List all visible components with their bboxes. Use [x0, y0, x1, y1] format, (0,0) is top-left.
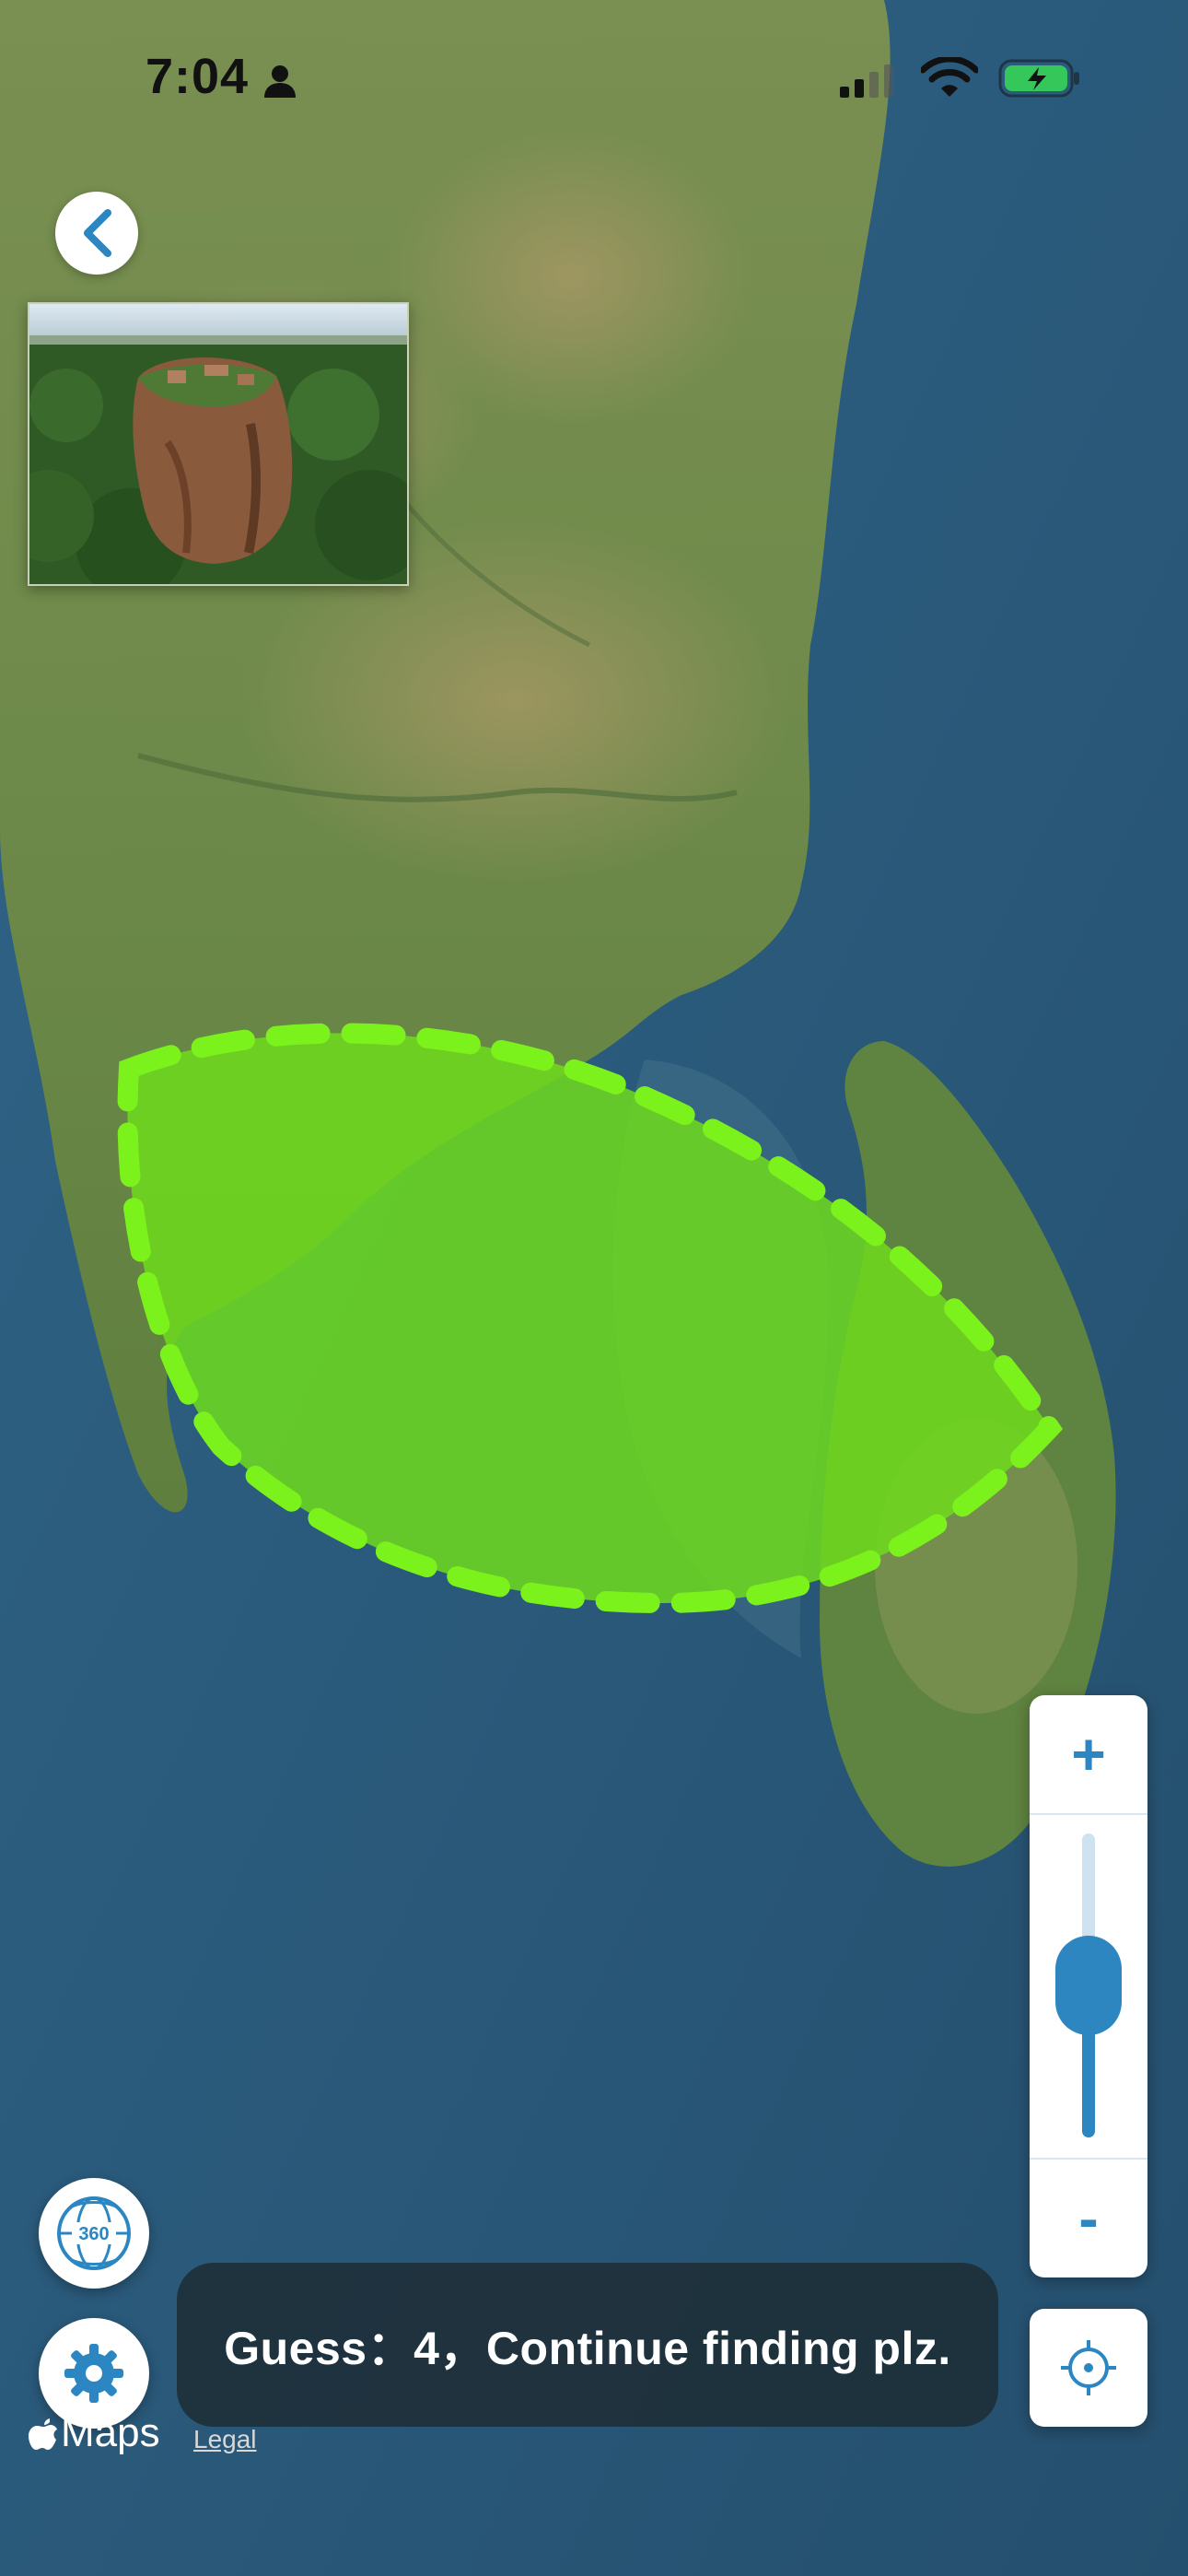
zoom-out-button[interactable]: -: [1030, 2158, 1147, 2277]
cellular-signal-icon: [840, 63, 904, 104]
wifi-icon: [919, 55, 980, 104]
status-bar: 7:04: [0, 0, 1188, 157]
back-button[interactable]: [55, 192, 138, 275]
gear-icon: [64, 2344, 123, 2403]
legal-link[interactable]: Legal: [193, 2425, 257, 2454]
rock-fortress-image: [29, 304, 407, 584]
zoom-in-button[interactable]: +: [1030, 1695, 1147, 1815]
guess-toast-text: Guess：4，Continue finding plz.: [224, 2323, 951, 2374]
zoom-slider-thumb[interactable]: [1055, 1936, 1122, 2035]
apple-logo-icon: [29, 2418, 57, 2450]
maps-brand-text: Maps: [61, 2410, 160, 2455]
battery-charging-icon: [998, 57, 1081, 104]
locate-button[interactable]: [1030, 2309, 1147, 2427]
zoom-control: + -: [1030, 1695, 1147, 2277]
guess-toast: Guess：4，Continue finding plz.: [177, 2263, 998, 2427]
crosshair-icon: [1061, 2340, 1116, 2395]
globe-360-icon: 360: [57, 2196, 131, 2270]
clue-photo[interactable]: [28, 302, 409, 586]
apple-maps-logo: Maps: [28, 2410, 160, 2456]
view-360-label: 360: [78, 2224, 109, 2244]
view-360-button[interactable]: 360: [39, 2178, 149, 2289]
status-time: 7:04: [146, 49, 250, 104]
chevron-left-icon: [84, 209, 111, 257]
person-icon: [262, 63, 298, 104]
